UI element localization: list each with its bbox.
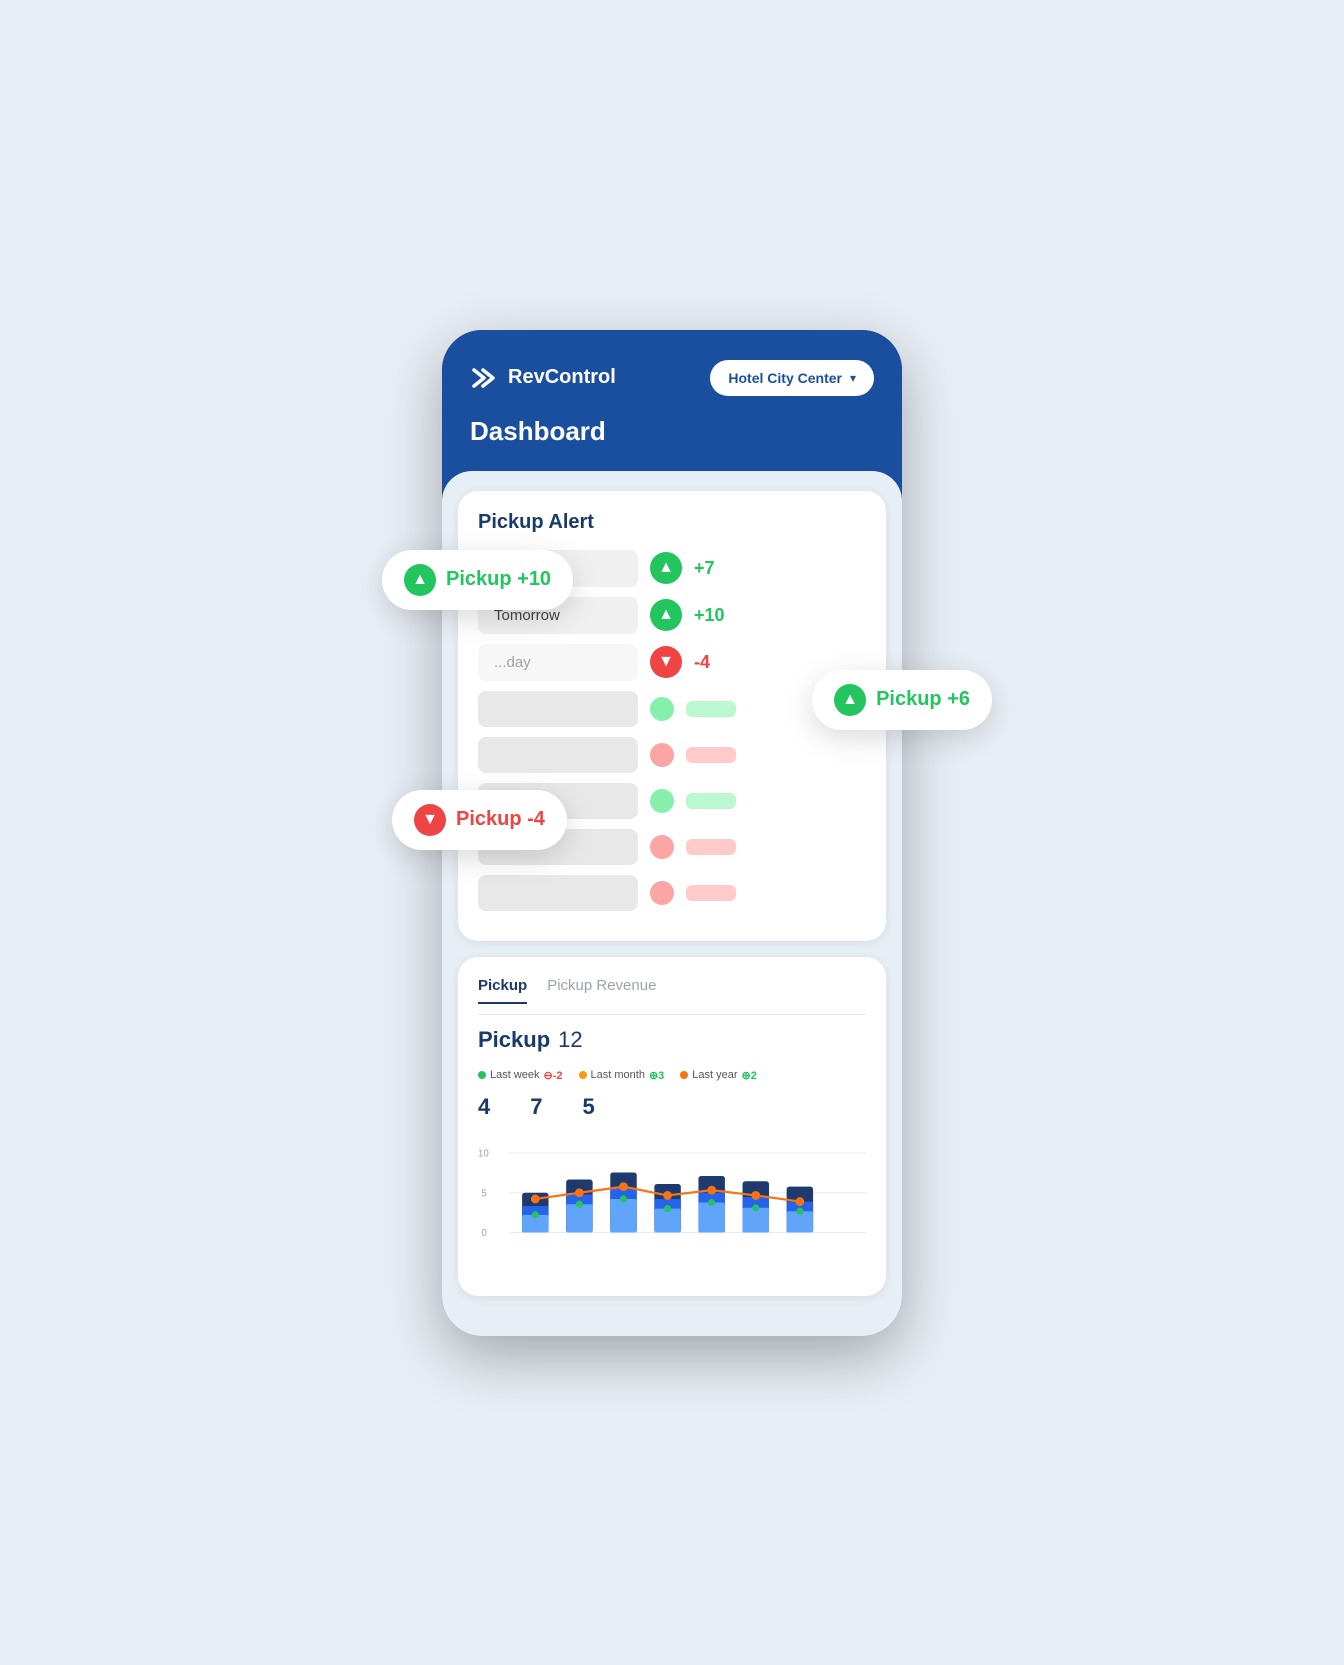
alert-indicator-blur3 (650, 789, 674, 813)
pickup-chart-card: Pickup Pickup Revenue Pickup 12 Last wee… (458, 957, 886, 1296)
logo-area: RevControl (470, 366, 616, 390)
alert-indicator-blur4 (650, 835, 674, 859)
alert-value-blur1 (686, 701, 736, 717)
pickup-header: Pickup 12 (478, 1027, 866, 1053)
logo-text: RevControl (508, 366, 616, 389)
logo-chevron-icon (470, 366, 500, 390)
stat-month-value: 7 (530, 1094, 542, 1120)
chevron-down-icon: ▾ (850, 371, 856, 385)
svg-text:10: 10 (478, 1148, 489, 1159)
legend-dot-month (579, 1071, 587, 1079)
alert-label-blur5 (478, 875, 638, 911)
legend-change-month: ⊕3 (649, 1069, 664, 1082)
alert-indicator-blur5 (650, 881, 674, 905)
legend-dot-week (478, 1071, 486, 1079)
badge-minus4-icon: ▼ (414, 804, 446, 836)
badge-pickup-plus6: ▲ Pickup +6 (812, 670, 992, 730)
hotel-selector[interactable]: Hotel City Center ▾ (710, 360, 874, 396)
pickup-tabs: Pickup Pickup Revenue (478, 977, 866, 1015)
phone-container: ▲ Pickup +10 ▲ Pickup +6 ▼ Pickup -4 Rev… (412, 330, 932, 1336)
alert-label-blur1 (478, 691, 638, 727)
legend-row: Last week ⊖-2 Last month ⊕3 Last year ⊕2 (478, 1069, 866, 1082)
alert-value-tomorrow: +10 (694, 605, 725, 626)
svg-text:5: 5 (482, 1188, 487, 1199)
legend-last-year: Last year ⊕2 (680, 1069, 757, 1082)
alert-row-blur1 (478, 691, 866, 727)
legend-last-week: Last week ⊖-2 (478, 1069, 563, 1082)
pickup-alert-title: Pickup Alert (478, 511, 866, 534)
chart-container: 10 5 0 (478, 1136, 866, 1276)
alert-value-blur3 (686, 793, 736, 809)
stat-week-value: 4 (478, 1094, 490, 1120)
alert-row-day3: ...day ▼ -4 (478, 644, 866, 681)
legend-change-week: ⊖-2 (544, 1069, 563, 1082)
alert-indicator-tomorrow: ▲ (650, 599, 682, 631)
phone-header: RevControl Hotel City Center ▾ (442, 330, 902, 416)
badge-plus6-icon: ▲ (834, 684, 866, 716)
badge-plus10-icon: ▲ (404, 564, 436, 596)
pickup-chart-title: Pickup (478, 1027, 550, 1053)
legend-last-month: Last month ⊕3 (579, 1069, 665, 1082)
alert-row-blur2 (478, 737, 866, 773)
hotel-name: Hotel City Center (728, 370, 842, 386)
tab-pickup-revenue[interactable]: Pickup Revenue (547, 977, 656, 1004)
alert-value-blur4 (686, 839, 736, 855)
alert-value-blur5 (686, 885, 736, 901)
legend-label-week: Last week (490, 1069, 540, 1081)
alert-indicator-today: ▲ (650, 552, 682, 584)
legend-label-year: Last year (692, 1069, 737, 1081)
badge-plus10-text: Pickup +10 (446, 568, 551, 591)
badge-minus4-text: Pickup -4 (456, 808, 545, 831)
alert-indicator-day3: ▼ (650, 646, 682, 678)
legend-label-month: Last month (591, 1069, 645, 1081)
alert-label-blur2 (478, 737, 638, 773)
alert-indicator-blur2 (650, 743, 674, 767)
legend-change-year: ⊕2 (742, 1069, 757, 1082)
alert-value-blur2 (686, 747, 736, 763)
stats-row: 4 7 5 (478, 1094, 866, 1120)
tab-pickup[interactable]: Pickup (478, 977, 527, 1004)
badge-pickup-plus10: ▲ Pickup +10 (382, 550, 573, 610)
pickup-chart-number: 12 (558, 1027, 582, 1053)
svg-text:0: 0 (482, 1227, 488, 1238)
badge-plus6-text: Pickup +6 (876, 688, 970, 711)
phone-bottom (442, 1316, 902, 1336)
alert-label-day3: ...day (478, 644, 638, 681)
alert-value-day3: -4 (694, 652, 710, 673)
alert-indicator-blur1 (650, 697, 674, 721)
dashboard-title: Dashboard (442, 416, 902, 471)
alert-value-today: +7 (694, 558, 715, 579)
legend-dot-year (680, 1071, 688, 1079)
chart-svg: 10 5 0 (478, 1136, 866, 1276)
badge-pickup-minus4: ▼ Pickup -4 (392, 790, 567, 850)
alert-row-blur5 (478, 875, 866, 911)
stat-year-value: 5 (583, 1094, 595, 1120)
